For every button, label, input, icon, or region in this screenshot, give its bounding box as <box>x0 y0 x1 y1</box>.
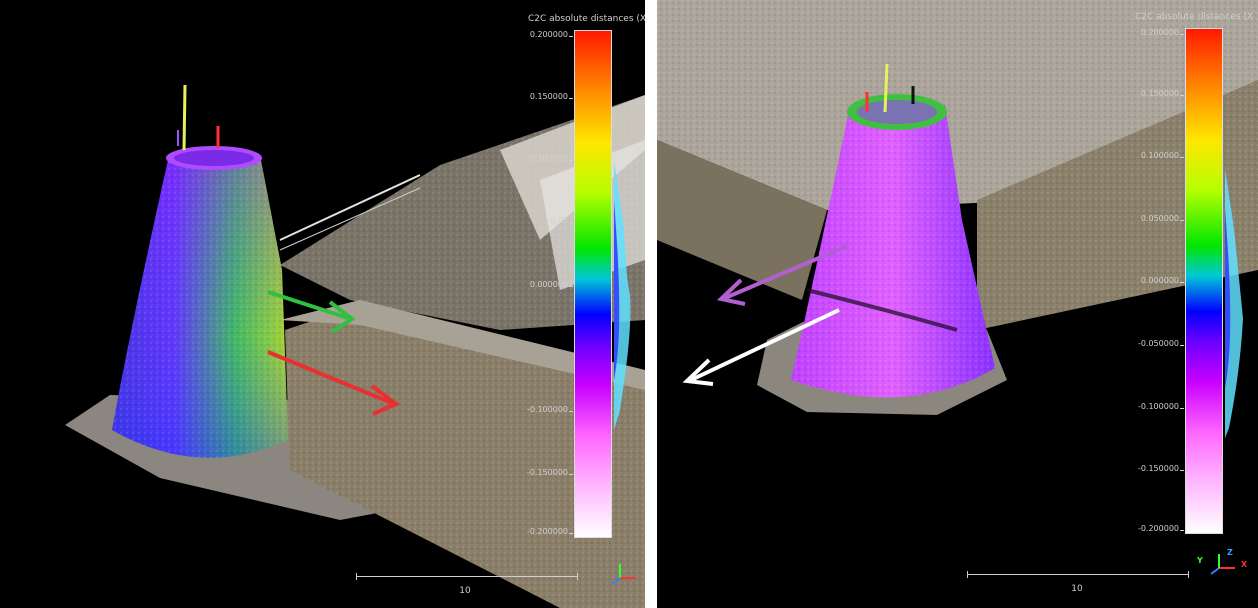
tower-texture <box>112 155 288 458</box>
antenna-yellow <box>883 63 889 113</box>
scalar-field-title: C2C absolute distances (X) <box>528 14 645 24</box>
scale-bar <box>967 571 1189 578</box>
tick-label: 0.000000 <box>529 280 574 289</box>
color-scale-bar <box>574 30 612 538</box>
tick-label: -0.100000 <box>526 405 574 414</box>
left-3d-view[interactable]: C2C absolute distances (X) 0.200000 0.15… <box>0 0 645 608</box>
scale-bar-label: 10 <box>459 586 471 596</box>
tick-label: 0.000000 <box>1140 276 1185 285</box>
axis-label-x: X <box>1241 560 1248 569</box>
axis-label-y: Y <box>1197 556 1203 565</box>
tick-label: 0.200000 <box>1140 28 1185 37</box>
tick-label: -0.100000 <box>1137 402 1185 411</box>
tick-label: 0.05 <box>550 216 573 225</box>
antenna-yellow <box>182 84 187 151</box>
tower-top-inner <box>857 100 937 124</box>
tower-top-inner <box>174 150 254 166</box>
scale-ticks: 0.200000 0.150000 0.100000 0.050000 0.00… <box>1077 28 1185 534</box>
scalar-field-title: C2C absolute distances (X <box>1135 12 1254 22</box>
tick-label: 0.150000 <box>1140 89 1185 98</box>
tick-label: -0.050000 <box>1137 339 1185 348</box>
histogram <box>1225 168 1243 438</box>
tick-label: -0.150000 <box>1137 464 1185 473</box>
tick-label: -0.200000 <box>1137 524 1185 533</box>
tick-label: 0.050000 <box>1140 214 1185 223</box>
tick-label: 0.150000 <box>529 92 574 101</box>
tick-label: -0.150000 <box>526 468 574 477</box>
scale-ticks: 0.200000 0.150000 0.100000 0.05 0.000000… <box>480 30 574 538</box>
scale-bar <box>356 573 578 580</box>
histogram <box>614 160 631 430</box>
scale-bar-label: 10 <box>1071 584 1083 594</box>
axis-triad <box>1205 546 1239 576</box>
right-3d-view[interactable]: C2C absolute distances (X 0.200000 0.150… <box>657 0 1258 608</box>
axis-label-z: Z <box>1227 548 1233 557</box>
color-scale-bar <box>1185 28 1223 534</box>
tick-label: 0.200000 <box>529 30 574 39</box>
tick-label: 0.100000 <box>529 154 574 163</box>
tick-label: 0.100000 <box>1140 151 1185 160</box>
axis-triad <box>606 556 640 586</box>
tick-label: -0.200000 <box>526 527 574 536</box>
